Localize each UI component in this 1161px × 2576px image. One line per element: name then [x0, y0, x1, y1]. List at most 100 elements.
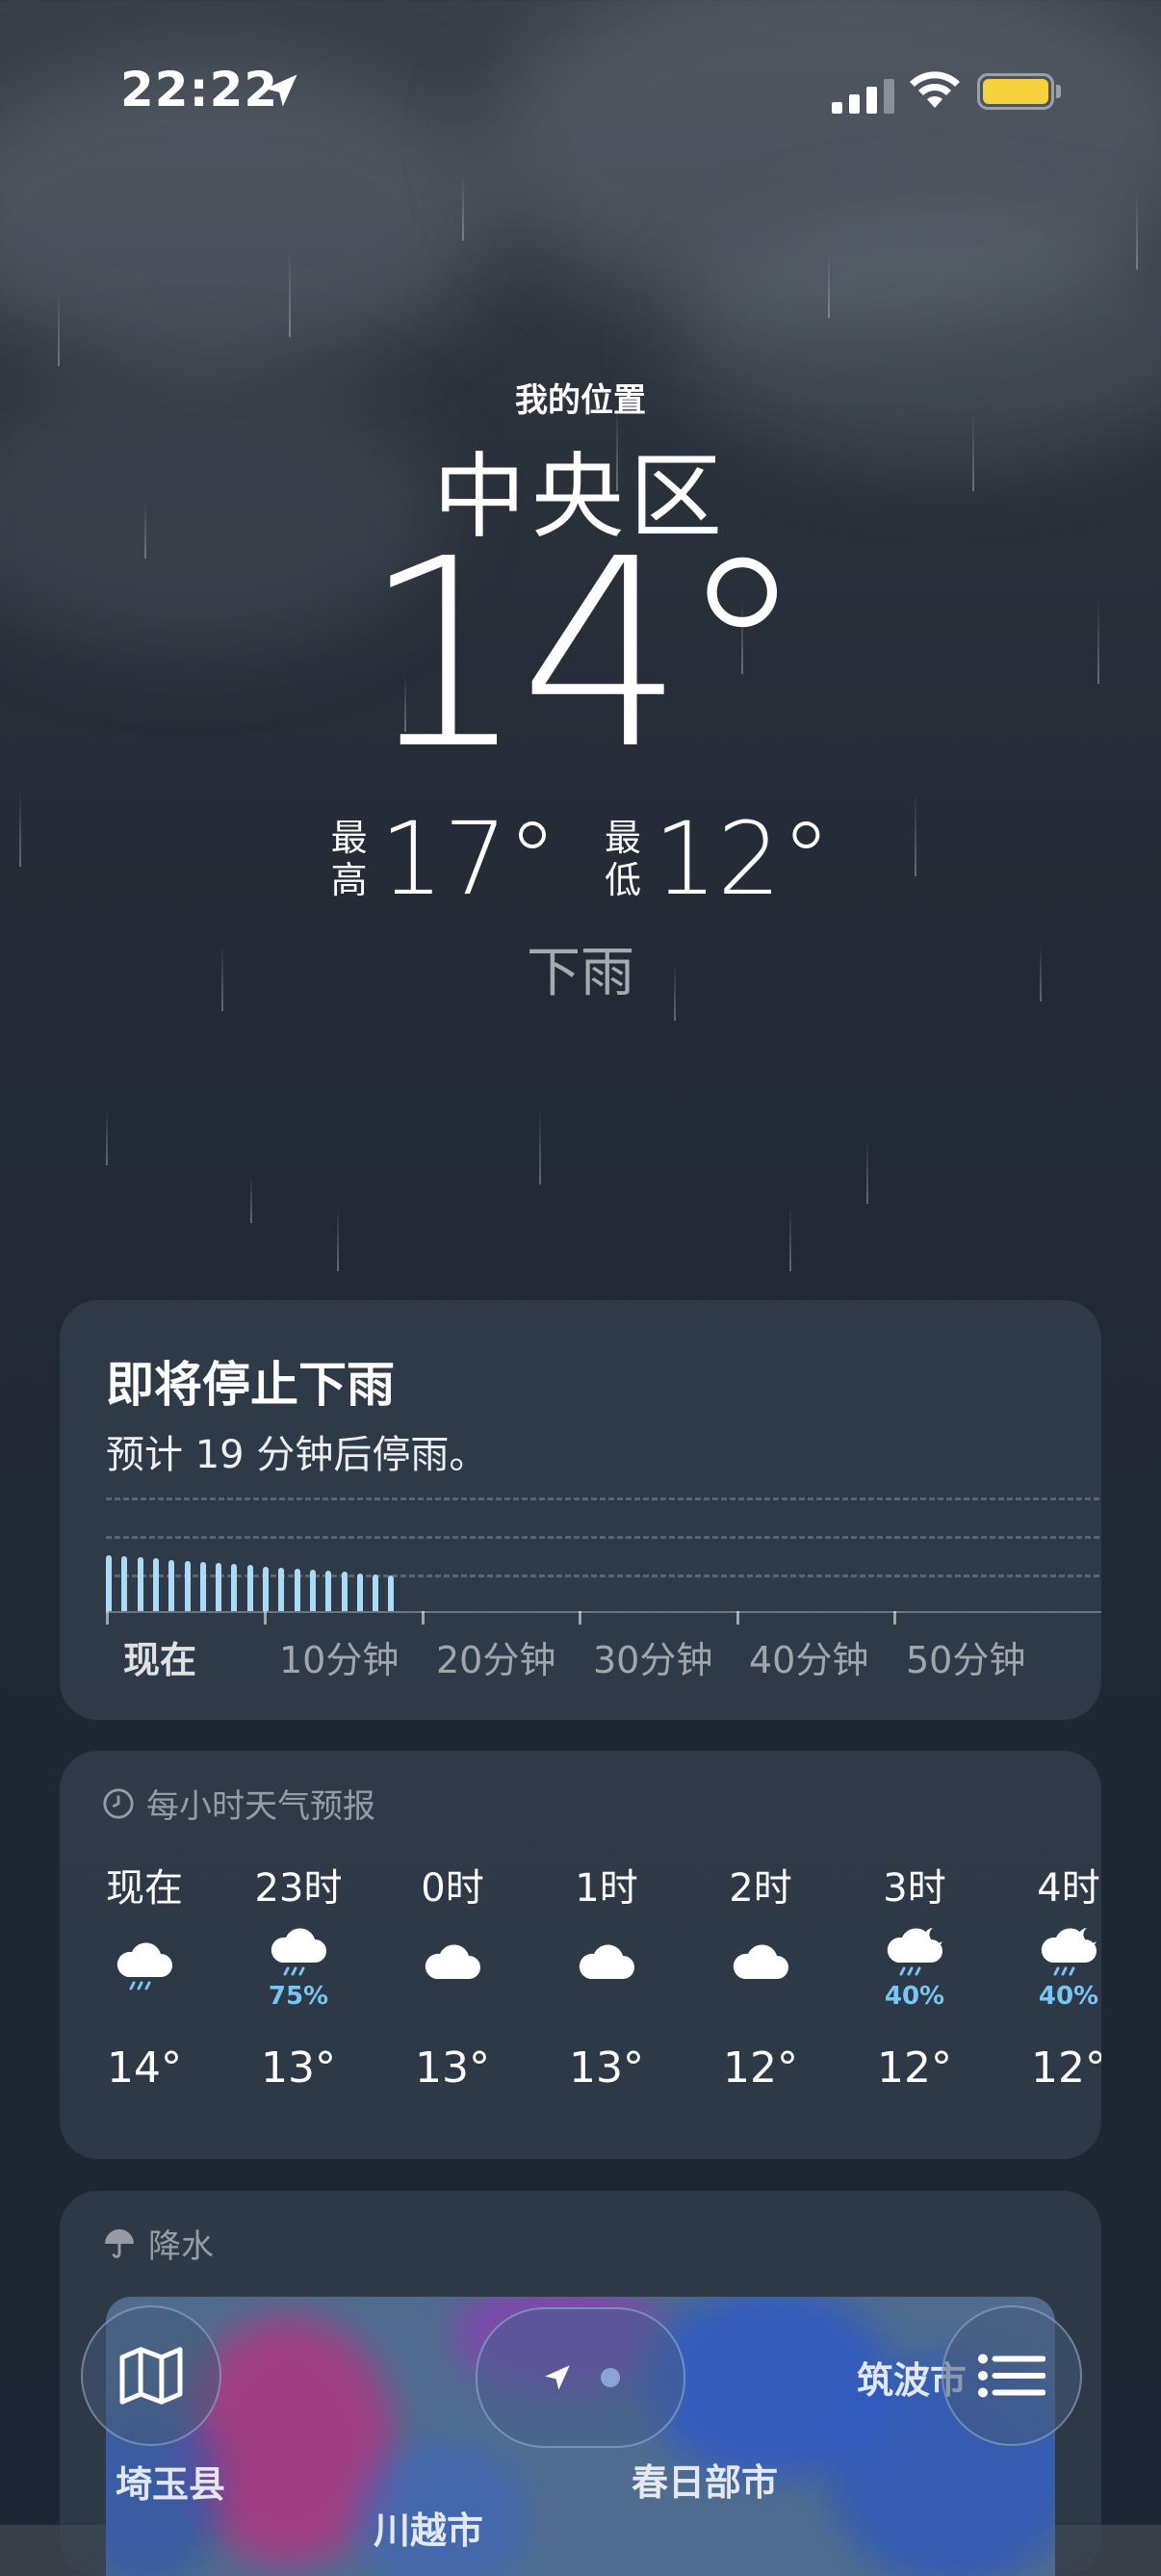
high-label: 最高 — [330, 817, 368, 901]
chart-tick — [422, 1611, 425, 1625]
hour-temperature: 14° — [107, 2043, 182, 2093]
cellular-signal-icon — [832, 79, 894, 114]
hourly-header: 每小时天气预报 — [102, 1780, 375, 1827]
hourly-item[interactable]: 现在 14° — [87, 1857, 202, 2093]
chart-gridline — [106, 1497, 1101, 1500]
rain-streak — [462, 173, 464, 241]
cloud-icon — [549, 1905, 664, 2030]
precipitation-bar — [121, 1556, 128, 1611]
precipitation-bar — [356, 1574, 363, 1611]
time-label-20: 20分钟 — [436, 1639, 556, 1681]
current-location-page-icon — [545, 2365, 570, 2390]
time-label-10: 10分钟 — [279, 1639, 400, 1681]
chart-baseline — [106, 1611, 1101, 1613]
hour-label: 23时 — [254, 1866, 343, 1911]
precipitation-bar — [184, 1561, 191, 1611]
chart-tick — [736, 1611, 739, 1625]
rain-cloud-icon — [87, 1905, 202, 2030]
precipitation-bar — [373, 1574, 379, 1611]
hour-temperature: 13° — [261, 2043, 336, 2093]
precip-card-subtitle: 预计 19 分钟后停雨。 — [106, 1433, 488, 1477]
map-label-kasukabe: 春日部市 — [632, 2461, 779, 2504]
current-temperature: 14° — [361, 503, 808, 806]
hourly-item[interactable]: 0时 13° — [395, 1857, 510, 2093]
page-indicator[interactable] — [476, 2307, 685, 2448]
rain-streak — [828, 250, 830, 318]
chart-gridline — [106, 1536, 1101, 1539]
chart-gridline — [106, 1574, 1101, 1577]
precipitation-bar — [216, 1563, 222, 1611]
condition-text: 下雨 — [527, 942, 634, 1004]
hour-label: 0时 — [421, 1866, 484, 1911]
time-label-40: 40分钟 — [749, 1639, 869, 1681]
clock-icon — [103, 1787, 134, 1819]
precipitation-bar — [168, 1560, 175, 1611]
precipitation-bar — [231, 1564, 238, 1611]
rain-map-header-label: 降水 — [148, 2227, 214, 2266]
moon-rain-cloud-icon: 40% — [1011, 1905, 1101, 2030]
hourly-header-label: 每小时天气预报 — [146, 1787, 375, 1826]
my-location-label: 我的位置 — [515, 381, 646, 420]
precip-chance: 75% — [268, 1982, 329, 2011]
rain-streak — [1136, 193, 1138, 270]
high-low-row: 最高 17° 最低 12° — [0, 809, 1161, 909]
page-dot — [601, 2368, 620, 2387]
hourly-item[interactable]: 1时 13° — [549, 1857, 664, 2093]
list-icon — [978, 2354, 1045, 2398]
cloud-icon — [703, 1905, 818, 2030]
map-button[interactable] — [81, 2305, 221, 2446]
cloud-icon — [395, 1905, 510, 2030]
hour-temperature: 12° — [723, 2043, 798, 2093]
hourly-item[interactable]: 23时 75% 13° — [241, 1857, 356, 2093]
hourly-forecast-card[interactable]: 每小时天气预报 现在 14° 23时 75% 13° 0时 13° 1时 13° 2时 12° 3时 4… — [60, 1751, 1101, 2159]
time-label-30: 30分钟 — [593, 1639, 713, 1681]
precipitation-bar — [341, 1572, 348, 1611]
rain-streak — [789, 1204, 791, 1271]
chart-tick — [893, 1611, 896, 1625]
hourly-item[interactable]: 2时 12° — [703, 1857, 818, 2093]
precipitation-bar — [199, 1562, 206, 1611]
battery-tip — [1056, 85, 1061, 98]
hour-label: 4时 — [1037, 1866, 1100, 1911]
precipitation-bar — [325, 1571, 332, 1611]
hour-temperature: 12° — [1031, 2043, 1101, 2093]
hour-temperature: 13° — [415, 2043, 490, 2093]
rain-streak — [250, 1175, 252, 1223]
moon-rain-cloud-icon: 40% — [857, 1905, 972, 2030]
precipitation-bar — [263, 1567, 269, 1611]
rain-streak — [58, 289, 60, 366]
rain-streak — [866, 1136, 868, 1204]
hour-label: 1时 — [575, 1866, 638, 1911]
hour-temperature: 12° — [877, 2043, 952, 2093]
rain-map-header: 降水 — [102, 2220, 214, 2267]
precipitation-bar — [278, 1568, 285, 1611]
hour-label: 2时 — [729, 1866, 792, 1911]
map-label-saitama: 埼玉县 — [116, 2463, 226, 2506]
hour-label: 现在 — [106, 1866, 183, 1911]
rain-cloud-icon: 75% — [241, 1905, 356, 2030]
chart-tick — [264, 1611, 267, 1625]
precip-card-title: 即将停止下雨 — [106, 1357, 395, 1413]
hour-temperature: 13° — [569, 2043, 644, 2093]
precipitation-bar — [246, 1565, 253, 1611]
precipitation-bar — [309, 1570, 316, 1611]
battery-icon — [977, 73, 1054, 110]
chart-tick — [579, 1611, 581, 1625]
hour-label: 3时 — [883, 1866, 946, 1911]
precipitation-bar — [152, 1558, 159, 1611]
location-list-button[interactable] — [942, 2305, 1082, 2446]
precipitation-bar — [388, 1575, 395, 1611]
precip-chance: 40% — [1038, 1982, 1099, 2011]
rain-streak — [539, 1107, 541, 1184]
precipitation-bar — [137, 1557, 143, 1611]
time-label-now: 现在 — [123, 1639, 197, 1681]
high-temperature: 17° — [379, 800, 557, 918]
next-hour-precipitation-card[interactable]: 即将停止下雨 预计 19 分钟后停雨。 现在 10分钟 20分钟 30分钟 40… — [60, 1300, 1101, 1720]
precipitation-bar — [294, 1569, 300, 1611]
low-label: 最低 — [604, 817, 641, 901]
hourly-item[interactable]: 3时 40% 12° — [857, 1857, 972, 2093]
rain-streak — [289, 250, 291, 337]
low-temperature: 12° — [654, 800, 832, 918]
hourly-item[interactable]: 4时 40% 12° — [1011, 1857, 1101, 2093]
status-time: 22:22 — [120, 62, 279, 117]
